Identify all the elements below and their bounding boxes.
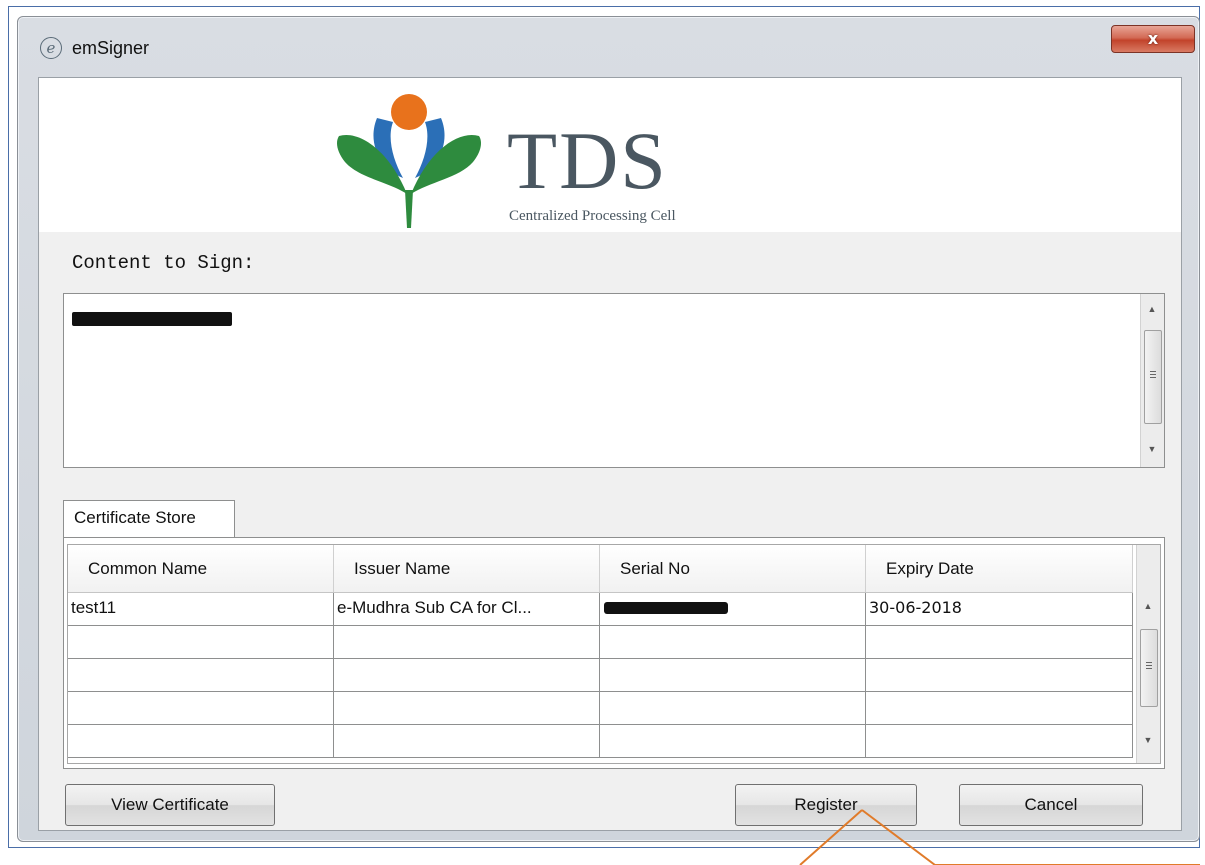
cell-serial-no — [600, 626, 866, 658]
table-row[interactable]: test11 e-Mudhra Sub CA for Cl... 30-06-2… — [68, 593, 1133, 626]
scroll-up-icon[interactable]: ▲ — [1141, 304, 1163, 314]
column-header-expiry-date[interactable]: Expiry Date — [866, 545, 1133, 592]
close-icon: x — [1147, 29, 1159, 48]
cancel-button[interactable]: Cancel — [959, 784, 1143, 826]
content-to-sign-textarea[interactable]: ▲ ▼ — [63, 293, 1165, 468]
cell-expiry-date — [866, 659, 1133, 691]
logo-green-stem — [405, 190, 413, 228]
redacted-content — [72, 312, 232, 326]
logo-orange-dot — [391, 94, 427, 130]
cell-common-name — [68, 659, 334, 691]
dialog-content: TDS Centralized Processing Cell Content … — [38, 77, 1182, 831]
cell-common-name — [68, 725, 334, 757]
scroll-down-icon[interactable]: ▼ — [1141, 444, 1163, 454]
table-scrollbar[interactable]: ▲ ▼ — [1136, 545, 1160, 763]
table-header: Common Name Issuer Name Serial No Expiry… — [68, 545, 1133, 593]
emsigner-app-icon: e — [40, 37, 62, 59]
tds-logo-icon — [337, 94, 481, 228]
emsigner-window: e emSigner x TDS Centralized Processing … — [17, 16, 1200, 842]
table-row[interactable] — [68, 692, 1133, 725]
content-scrollbar[interactable]: ▲ ▼ — [1140, 294, 1164, 467]
cell-common-name — [68, 626, 334, 658]
cell-expiry-date — [866, 626, 1133, 658]
logo-title: TDS — [507, 115, 668, 206]
cell-serial-no — [600, 725, 866, 757]
cell-common-name: test11 — [68, 593, 334, 625]
cell-expiry-date — [866, 725, 1133, 757]
table-row[interactable] — [68, 626, 1133, 659]
cell-serial-no — [600, 692, 866, 724]
cell-issuer-name: e-Mudhra Sub CA for Cl... — [334, 593, 600, 625]
scrollbar-thumb[interactable] — [1140, 629, 1158, 707]
cell-issuer-name — [334, 725, 600, 757]
column-header-common-name[interactable]: Common Name — [68, 545, 334, 592]
certificate-table: Common Name Issuer Name Serial No Expiry… — [67, 544, 1161, 764]
scroll-up-icon[interactable]: ▲ — [1137, 601, 1159, 611]
lower-panel: Content to Sign: ▲ ▼ Certificate Store C… — [39, 232, 1181, 830]
tds-banner: TDS Centralized Processing Cell — [39, 78, 1181, 232]
scroll-down-icon[interactable]: ▼ — [1137, 735, 1159, 745]
title-bar[interactable]: e emSigner x — [18, 17, 1199, 77]
cell-serial-no — [600, 593, 866, 625]
close-button[interactable]: x — [1111, 25, 1195, 53]
cell-issuer-name — [334, 692, 600, 724]
column-header-issuer-name[interactable]: Issuer Name — [334, 545, 600, 592]
view-certificate-button[interactable]: View Certificate — [65, 784, 275, 826]
cell-expiry-date: 30-06-2018 — [866, 593, 1133, 625]
content-to-sign-label: Content to Sign: — [72, 252, 255, 274]
cell-common-name — [68, 692, 334, 724]
cell-expiry-date — [866, 692, 1133, 724]
tab-certificate-store[interactable]: Certificate Store — [63, 500, 235, 538]
register-button[interactable]: Register — [735, 784, 917, 826]
cell-issuer-name — [334, 659, 600, 691]
certificate-store-panel: Common Name Issuer Name Serial No Expiry… — [63, 537, 1165, 769]
column-header-serial-no[interactable]: Serial No — [600, 545, 866, 592]
scrollbar-thumb[interactable] — [1144, 330, 1162, 424]
logo-subtitle: Centralized Processing Cell — [509, 208, 676, 224]
table-row[interactable] — [68, 725, 1133, 758]
redacted-serial — [604, 602, 728, 614]
cell-issuer-name — [334, 626, 600, 658]
table-row[interactable] — [68, 659, 1133, 692]
window-title: emSigner — [72, 38, 150, 58]
cell-serial-no — [600, 659, 866, 691]
